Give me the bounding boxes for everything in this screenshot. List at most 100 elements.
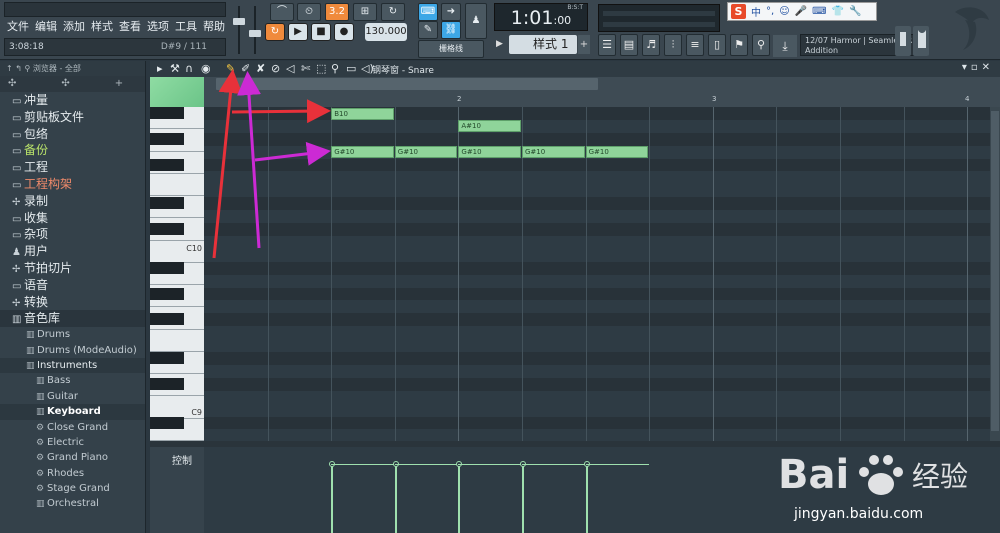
wait-record-icon[interactable]: ⏲: [297, 3, 321, 21]
library-item[interactable]: ⚙ Electric: [0, 435, 145, 450]
pattern-selector[interactable]: 样式 1: [509, 35, 577, 54]
menu-pattern[interactable]: 样式: [88, 18, 116, 34]
velocity-bar[interactable]: [456, 461, 463, 533]
library-item[interactable]: ▥ Instruments: [0, 357, 145, 374]
song-mode-icon[interactable]: ↻: [265, 23, 285, 41]
link-icon[interactable]: ⛓: [441, 21, 461, 39]
master-volume-slider[interactable]: [232, 4, 246, 56]
library-item[interactable]: ⚙ Grand Piano: [0, 450, 145, 465]
sort-icon[interactable]: ✣: [8, 78, 16, 89]
wrench-icon[interactable]: ⚒: [170, 62, 180, 75]
black-key[interactable]: [150, 107, 184, 119]
typing-keyboard-icon[interactable]: ⌨: [418, 3, 438, 21]
stop-icon[interactable]: ■: [311, 23, 331, 41]
library-item[interactable]: ▥ Bass: [0, 373, 145, 388]
browser-folder[interactable]: ✢ 节拍切片: [0, 260, 145, 277]
browser-folder[interactable]: ▭ 剪贴板文件: [0, 109, 145, 126]
slice-icon[interactable]: ✄: [301, 62, 310, 75]
multilink-icon[interactable]: ♟: [465, 3, 487, 39]
timeline-corner[interactable]: [150, 77, 204, 107]
library-item[interactable]: ⚙ Close Grand: [0, 420, 145, 435]
library-item[interactable]: ⚙ Stage Grand: [0, 481, 145, 496]
menu-tools[interactable]: 工具: [172, 18, 200, 34]
browser-folder[interactable]: ▭ 收集: [0, 210, 145, 227]
sogou-logo-icon[interactable]: S: [731, 4, 746, 19]
plugin-icon[interactable]: ⚑: [730, 34, 748, 56]
loop-record-icon[interactable]: ↻: [381, 3, 405, 21]
arrow-right-icon[interactable]: ➜: [441, 3, 461, 21]
black-key[interactable]: [150, 377, 184, 390]
draw-tool-icon[interactable]: ✎: [418, 21, 438, 39]
black-key[interactable]: [150, 416, 184, 429]
wrench-icon[interactable]: ⚲: [752, 34, 770, 56]
library-item[interactable]: ▥ Drums (ModeAudio): [0, 343, 145, 358]
browser-folder[interactable]: ▭ 备份: [0, 142, 145, 159]
delete-tool-icon[interactable]: ✘: [256, 62, 265, 75]
magnet-icon[interactable]: ∩: [185, 62, 193, 75]
menu-edit[interactable]: 编辑: [32, 18, 60, 34]
master-pitch-slider[interactable]: [248, 4, 262, 56]
velocity-bar[interactable]: [392, 461, 399, 533]
select-icon[interactable]: ⬚: [316, 62, 326, 75]
browser-icon[interactable]: ≡: [686, 34, 704, 56]
horizontal-scrollbar[interactable]: [216, 78, 598, 90]
mixer-icon[interactable]: ⫶: [664, 34, 682, 56]
black-key[interactable]: [150, 132, 184, 145]
black-key[interactable]: [150, 313, 184, 326]
title-field[interactable]: [4, 2, 226, 17]
library-item[interactable]: ▥ Drums: [0, 327, 145, 342]
speaker-icon[interactable]: ◁: [286, 62, 294, 75]
note[interactable]: G#10: [522, 146, 585, 159]
window-controls[interactable]: ▾▫✕: [962, 62, 994, 73]
channel-rack-icon[interactable]: ▤: [620, 34, 638, 56]
browser-folder[interactable]: ▭ 冲量: [0, 92, 145, 109]
note[interactable]: B10: [331, 107, 394, 120]
ime-emoji-icon[interactable]: ☺: [779, 6, 789, 17]
black-key[interactable]: [150, 197, 184, 210]
black-key[interactable]: [150, 223, 184, 236]
velocity-bar[interactable]: [520, 461, 526, 533]
stamp-icon[interactable]: ◉: [201, 62, 211, 75]
black-key[interactable]: [150, 261, 184, 274]
note[interactable]: G#10: [585, 146, 649, 159]
control-label[interactable]: 控制: [172, 452, 192, 467]
ime-punct[interactable]: °,: [766, 6, 774, 17]
note[interactable]: A#10: [458, 120, 521, 133]
tempo-display[interactable]: 130.000: [365, 23, 407, 41]
note[interactable]: G#10: [458, 146, 521, 159]
pencil-icon[interactable]: ✎: [226, 62, 235, 75]
library-item[interactable]: ▥ Orchestral: [0, 496, 145, 511]
timeline[interactable]: 2 3 4: [150, 77, 1000, 107]
clipboard-icon[interactable]: ▯: [708, 34, 726, 56]
white-key[interactable]: [150, 174, 204, 197]
ime-mic-icon[interactable]: 🎤: [795, 6, 807, 17]
menu-file[interactable]: 文件: [4, 18, 32, 34]
collapse-icon[interactable]: ✣: [61, 78, 69, 89]
browser-folder[interactable]: ▭ 工程: [0, 159, 145, 176]
browser-folder[interactable]: ▭ 包络: [0, 126, 145, 143]
menu-options[interactable]: 选项: [144, 18, 172, 34]
menu-help[interactable]: 帮助: [200, 18, 228, 34]
piano-roll-icon[interactable]: ♬: [642, 34, 660, 56]
plus-icon[interactable]: +: [115, 78, 123, 89]
add-pattern-button[interactable]: +: [578, 35, 590, 54]
browser-folder[interactable]: ✢ 录制: [0, 193, 145, 210]
ime-settings-icon[interactable]: 🔧: [849, 6, 861, 17]
browser-folder[interactable]: ▭ 工程构架: [0, 176, 145, 193]
pattern-arrow-icon[interactable]: ▶: [496, 35, 508, 54]
menu-view[interactable]: 查看: [116, 18, 144, 34]
library-item[interactable]: ▥ Guitar: [0, 389, 145, 404]
note-grid[interactable]: B10 A#10 G#10 G#10 G#10 G#10 G#10: [204, 107, 1000, 441]
record-icon[interactable]: ●: [334, 23, 354, 41]
black-key[interactable]: [150, 287, 184, 300]
library-item[interactable]: ▥ Keyboard: [0, 404, 145, 420]
snap-selector[interactable]: 栅格线: [418, 40, 484, 58]
ime-skin-icon[interactable]: 👕: [832, 6, 844, 17]
piano-keyboard[interactable]: C10 C9: [150, 107, 204, 441]
brush-icon[interactable]: ✐: [241, 62, 250, 75]
velocity-bar[interactable]: [583, 461, 590, 533]
note[interactable]: G#10: [331, 146, 394, 159]
browser-folder[interactable]: ✢ 转换: [0, 294, 145, 311]
mute-tool-icon[interactable]: ⊘: [271, 62, 280, 75]
playlist-icon[interactable]: ☰: [598, 34, 616, 56]
